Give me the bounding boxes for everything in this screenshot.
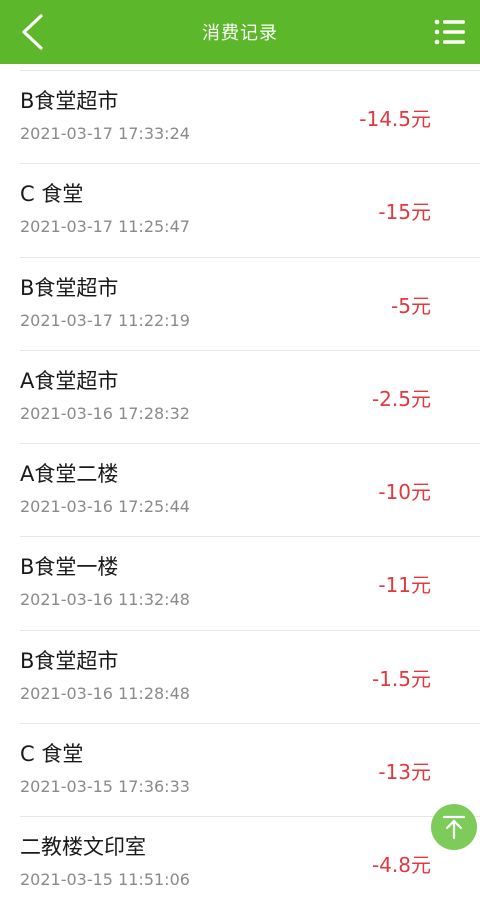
transaction-time: 2021-03-16 17:25:44 <box>20 497 190 517</box>
transaction-amount: -10元 <box>378 480 431 505</box>
transaction-time: 2021-03-17 11:25:47 <box>20 217 190 237</box>
transaction-time: 2021-03-17 17:33:24 <box>20 124 190 143</box>
transaction-row[interactable]: B食堂超市 2021-03-17 11:22:19 -5元 <box>20 258 480 351</box>
transaction-amount: -4.8元 <box>371 853 431 878</box>
transaction-row[interactable]: B食堂超市 2021-03-16 11:28:48 -1.5元 <box>20 631 480 725</box>
merchant-name: B食堂超市 <box>20 648 119 673</box>
transaction-amount: -13元 <box>378 760 431 785</box>
transaction-amount: -1.5元 <box>371 666 431 691</box>
transaction-row[interactable]: 二教楼文印室 2021-03-15 11:51:06 -4.8元 <box>20 817 480 907</box>
transaction-row[interactable]: C 食堂 2021-03-17 11:25:47 -15元 <box>20 164 480 258</box>
transaction-time: 2021-03-17 11:22:19 <box>20 310 190 330</box>
transaction-list: B食堂超市 2021-03-17 17:33:24 -14.5元 C 食堂 20… <box>0 71 480 907</box>
transaction-row[interactable]: A食堂二楼 2021-03-16 17:25:44 -10元 <box>20 444 480 538</box>
transaction-time: 2021-03-15 11:51:06 <box>20 870 190 890</box>
merchant-name: B食堂超市 <box>20 275 119 300</box>
merchant-name: C 食堂 <box>20 742 84 767</box>
transaction-amount: -5元 <box>391 293 431 318</box>
transaction-amount: -14.5元 <box>359 107 431 131</box>
merchant-name: A食堂二楼 <box>20 462 119 487</box>
merchant-name: B食堂超市 <box>20 89 119 113</box>
chevron-left-icon <box>22 14 43 50</box>
merchant-name: C 食堂 <box>20 182 84 207</box>
list-menu-icon <box>434 19 465 45</box>
top-app-bar: 消费记录 <box>0 0 480 64</box>
transaction-time: 2021-03-16 11:32:48 <box>20 590 190 610</box>
merchant-name: 二教楼文印室 <box>20 835 146 860</box>
merchant-name: A食堂超市 <box>20 368 119 393</box>
transaction-row[interactable]: A食堂超市 2021-03-16 17:28:32 -2.5元 <box>20 351 480 445</box>
app-screen: 消费记录 B食堂超市 2021-03-17 17:33:24 -14.5元 C … <box>0 0 480 907</box>
merchant-name: B食堂一楼 <box>20 555 119 580</box>
page-title: 消费记录 <box>202 23 278 44</box>
scroll-to-top-button[interactable] <box>431 804 477 850</box>
transaction-time: 2021-03-15 17:36:33 <box>20 777 190 797</box>
menu-button[interactable] <box>428 10 472 54</box>
transaction-time: 2021-03-16 11:28:48 <box>20 683 190 703</box>
transaction-amount: -11元 <box>378 573 431 598</box>
back-button[interactable] <box>8 6 56 58</box>
transaction-time: 2021-03-16 17:28:32 <box>20 403 190 423</box>
transaction-amount: -15元 <box>378 200 431 225</box>
transaction-row[interactable]: B食堂超市 2021-03-17 17:33:24 -14.5元 <box>20 71 480 165</box>
arrow-up-to-top-icon <box>442 815 466 840</box>
transaction-row[interactable]: C 食堂 2021-03-15 17:36:33 -13元 <box>20 724 480 818</box>
transaction-amount: -2.5元 <box>371 386 431 411</box>
transaction-row[interactable]: B食堂一楼 2021-03-16 11:32:48 -11元 <box>20 537 480 631</box>
